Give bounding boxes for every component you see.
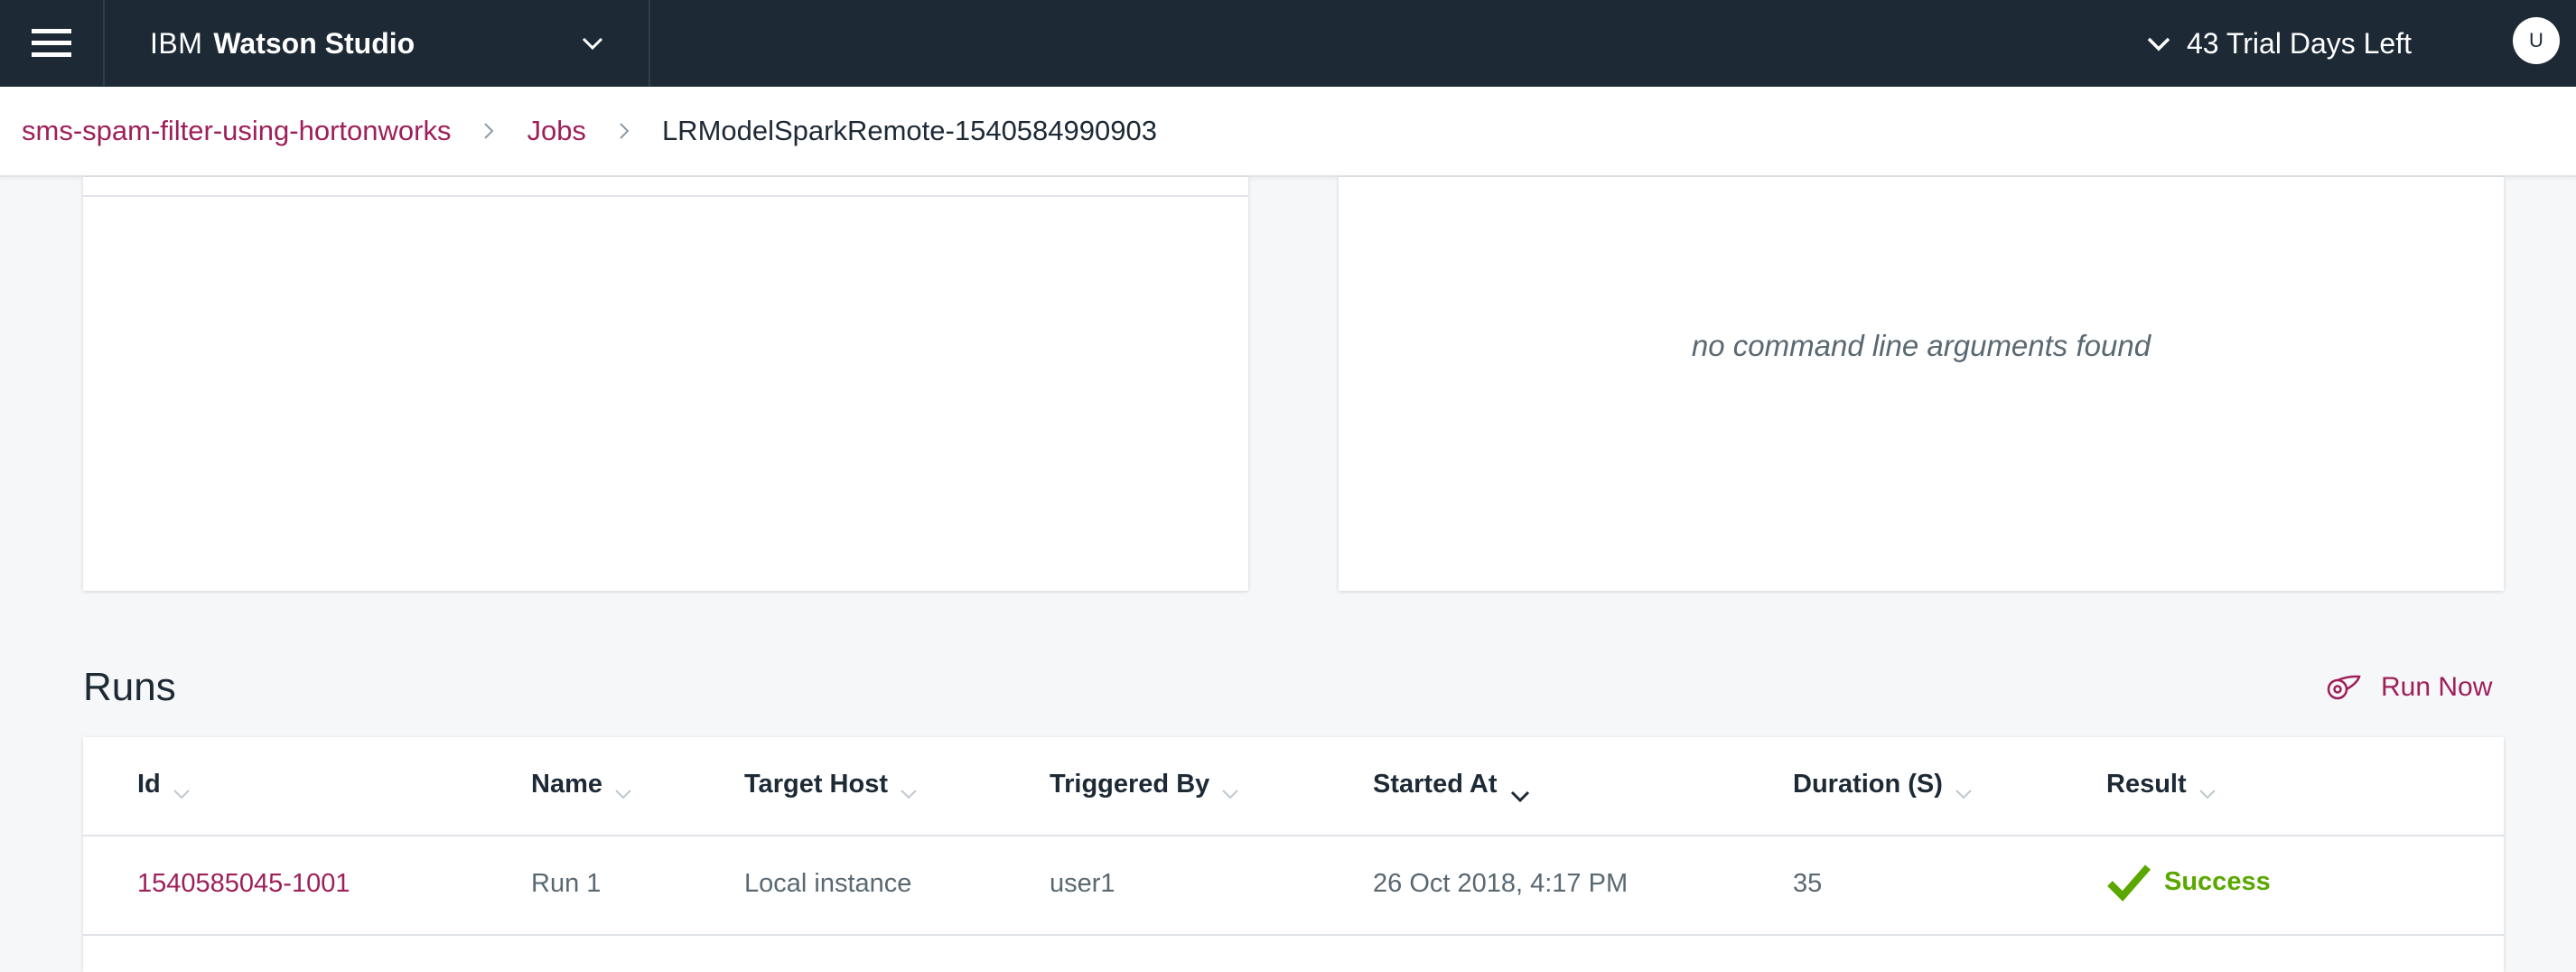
duration-cell: 35 — [1793, 869, 1823, 898]
run-icon — [2327, 675, 2361, 700]
menu-button[interactable] — [0, 0, 105, 87]
breadcrumb-current: LRModelSparkRemote-1540584990903 — [661, 115, 1157, 146]
chevron-down-icon — [582, 37, 603, 51]
chevron-down-icon — [901, 790, 917, 799]
table-row: 1540585045-1001 Run 1 Local instance use… — [83, 836, 2504, 936]
column-header-label: Duration (S) — [1793, 770, 1943, 799]
runs-section-title: Runs — [83, 665, 176, 709]
chevron-down-icon — [173, 790, 190, 799]
hamburger-icon — [32, 29, 71, 57]
breadcrumb: sms-spam-filter-using-hortonworks Jobs L… — [0, 87, 2576, 177]
brand-ibm-label: IBM — [150, 26, 203, 60]
job-details-panel — [83, 177, 1248, 591]
result-status-label: Success — [2164, 866, 2271, 896]
column-header-started-at[interactable]: Started At — [1373, 770, 1532, 808]
run-now-label: Run Now — [2381, 672, 2493, 702]
triggered-by-cell: user1 — [1050, 869, 1115, 898]
trial-days-toggle[interactable]: 43 Trial Days Left — [2145, 0, 2412, 87]
command-line-arguments-panel: no command line arguments found — [1339, 177, 2504, 591]
brand-product-label: Watson Studio — [213, 26, 415, 60]
run-id-link[interactable]: 1540585045-1001 — [137, 869, 350, 899]
breadcrumb-project-link[interactable]: sms-spam-filter-using-hortonworks — [22, 115, 451, 147]
user-avatar[interactable]: U — [2513, 17, 2560, 64]
column-header-label: Name — [531, 770, 602, 799]
trial-days-label: 43 Trial Days Left — [2187, 26, 2412, 60]
column-header-triggered-by[interactable]: Triggered By — [1050, 770, 1240, 804]
runs-table: Id Name Target Host Triggered By Started… — [83, 737, 2504, 972]
empty-arguments-message: no command line arguments found — [1691, 329, 2151, 362]
column-header-label: Triggered By — [1050, 770, 1210, 799]
chevron-down-icon — [1222, 790, 1238, 799]
target-host-cell: Local instance — [744, 869, 912, 898]
column-header-id[interactable]: Id — [137, 770, 191, 804]
column-header-name[interactable]: Name — [531, 770, 633, 804]
column-header-label: Id — [137, 770, 161, 799]
breadcrumb-jobs-link[interactable]: Jobs — [527, 115, 585, 147]
run-now-button[interactable]: Run Now — [2325, 672, 2492, 703]
run-name-cell: Run 1 — [531, 869, 602, 898]
product-switcher[interactable]: IBM Watson Studio — [105, 0, 650, 87]
table-header: Id Name Target Host Triggered By Started… — [83, 737, 2504, 836]
checkmark-icon — [2107, 865, 2151, 902]
chevron-right-icon — [620, 123, 630, 139]
column-header-target-host[interactable]: Target Host — [744, 770, 919, 804]
column-header-label: Started At — [1373, 770, 1498, 799]
chevron-down-icon — [1510, 790, 1529, 803]
chevron-down-icon — [2198, 790, 2216, 799]
chevron-down-icon — [2147, 37, 2170, 51]
chevron-right-icon — [484, 123, 494, 139]
column-header-duration[interactable]: Duration (S) — [1793, 770, 1974, 804]
panel-divider — [83, 195, 1248, 197]
column-header-result[interactable]: Result — [2106, 770, 2217, 804]
started-at-cell: 26 Oct 2018, 4:17 PM — [1373, 869, 1629, 898]
chevron-down-icon — [615, 790, 631, 799]
chevron-down-icon — [1955, 790, 1972, 799]
result-cell: Success — [2106, 862, 2271, 902]
column-header-label: Result — [2106, 770, 2187, 799]
column-header-label: Target Host — [744, 770, 888, 799]
top-nav-bar: IBM Watson Studio 43 Trial Days Left U — [0, 0, 2576, 87]
